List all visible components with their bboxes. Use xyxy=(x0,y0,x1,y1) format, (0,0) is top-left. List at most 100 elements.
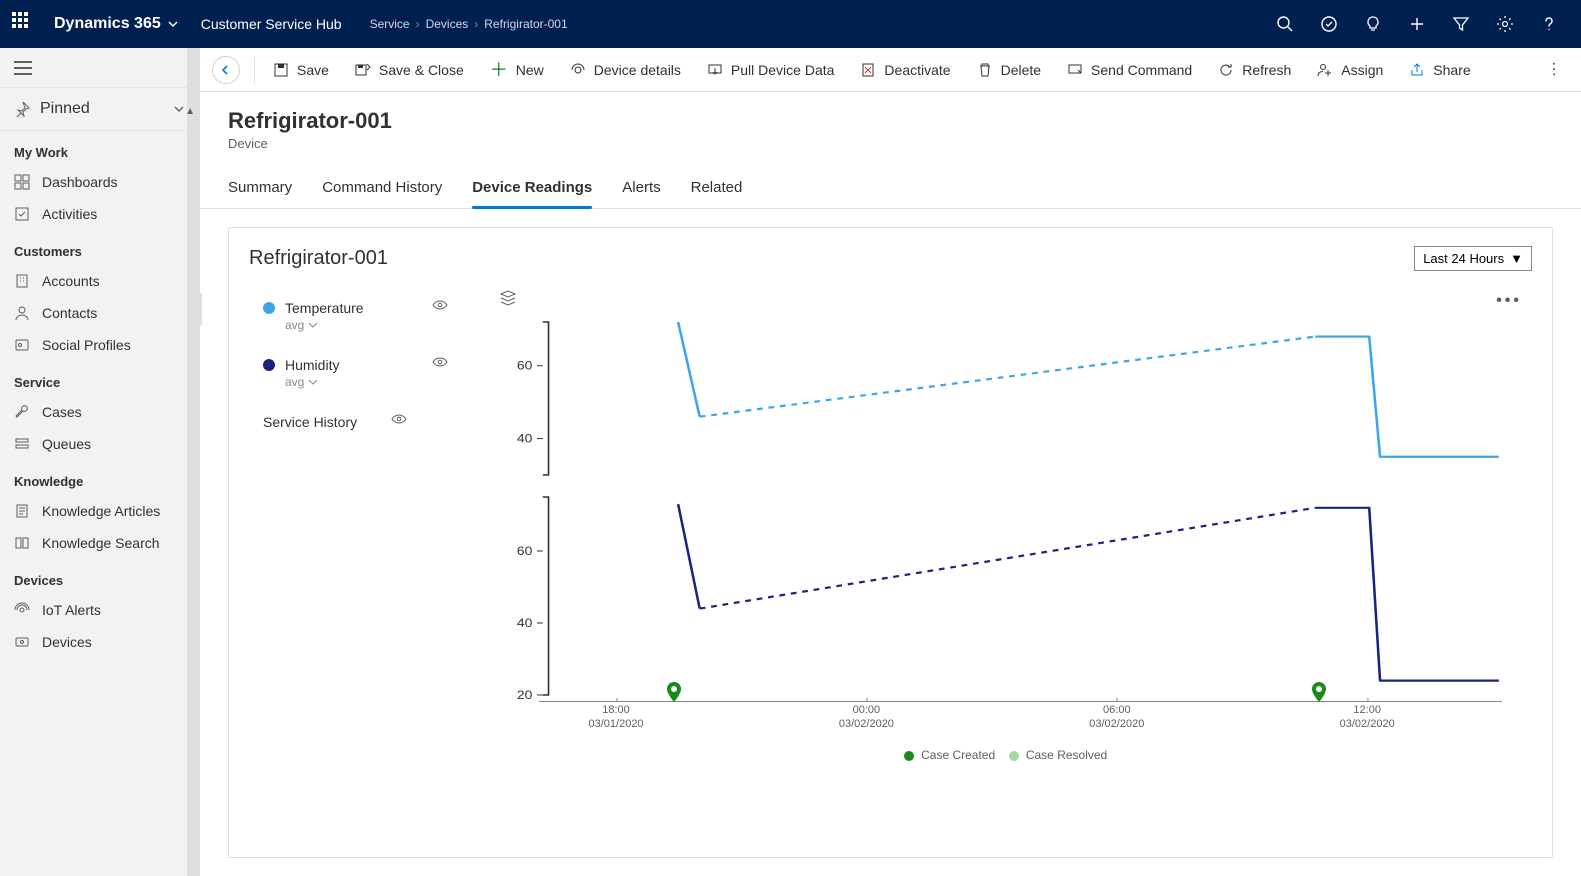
go-back-button[interactable] xyxy=(212,56,240,84)
breadcrumb: Service › Devices › Refrigirator-001 xyxy=(370,17,568,31)
pin-icon xyxy=(14,101,30,117)
sidebar-item-activities[interactable]: Activities xyxy=(0,198,199,230)
global-nav: Dynamics 365 Customer Service Hub Servic… xyxy=(0,0,1581,48)
sidebar-item-label: Accounts xyxy=(42,273,100,289)
event-marker[interactable] xyxy=(1311,682,1327,702)
legend-dot-icon xyxy=(263,302,275,314)
sidebar-item-accounts[interactable]: Accounts xyxy=(0,265,199,297)
app-name-label: Dynamics 365 xyxy=(54,15,161,33)
cmd-label: Refresh xyxy=(1242,62,1291,78)
sidebar-item-devices[interactable]: Devices xyxy=(0,626,199,658)
visibility-toggle-icon[interactable] xyxy=(432,297,448,318)
sidebar-item-knowledge-search[interactable]: Knowledge Search xyxy=(0,527,199,559)
command-overflow-button[interactable]: ⋯ xyxy=(1538,51,1570,89)
tab-alerts[interactable]: Alerts xyxy=(622,169,660,208)
refresh-button[interactable]: Refresh xyxy=(1206,56,1303,84)
aggregation-dropdown[interactable]: avg xyxy=(285,375,448,389)
tab-command-history[interactable]: Command History xyxy=(322,169,442,208)
sidebar-item-label: Cases xyxy=(42,404,82,420)
chart-area: ••• 40 60 xyxy=(449,277,1532,847)
cmd-label: Delete xyxy=(1001,62,1041,78)
visibility-toggle-icon[interactable] xyxy=(432,354,448,375)
new-button[interactable]: ＋ New xyxy=(478,55,556,85)
card-title: Refrigirator-001 xyxy=(249,247,388,270)
sidebar-item-dashboards[interactable]: Dashboards xyxy=(0,166,199,198)
breadcrumb-item[interactable]: Refrigirator-001 xyxy=(484,17,567,31)
building-icon xyxy=(14,273,30,289)
event-legend: Case Created Case Resolved xyxy=(479,746,1522,762)
sidebar-section-header: Customers xyxy=(0,230,199,265)
tab-related[interactable]: Related xyxy=(691,169,743,208)
activities-icon xyxy=(14,206,30,222)
add-icon[interactable] xyxy=(1397,4,1437,44)
sidebar-item-label: Contacts xyxy=(42,305,97,321)
time-range-dropdown[interactable]: Last 24 Hours ▼ xyxy=(1414,246,1532,271)
cmd-label: Assign xyxy=(1341,62,1383,78)
x-axis-tick: 00:0003/02/2020 xyxy=(839,704,894,732)
chevron-down-icon xyxy=(173,103,185,115)
record-header: Refrigirator-001 Device xyxy=(200,92,1581,157)
task-icon[interactable] xyxy=(1309,4,1349,44)
plus-icon: ＋ xyxy=(490,61,508,79)
legend-item-service-history: Service History xyxy=(263,411,448,432)
save-button[interactable]: Save xyxy=(261,56,341,84)
sidebar-section-header: Service xyxy=(0,361,199,396)
svg-text:40: 40 xyxy=(517,616,532,630)
help-icon[interactable] xyxy=(1529,4,1569,44)
gear-icon[interactable] xyxy=(1485,4,1525,44)
sidebar-item-queues[interactable]: Queues xyxy=(0,428,199,460)
breadcrumb-item[interactable]: Devices xyxy=(426,17,469,31)
send-command-icon xyxy=(1067,62,1083,78)
legend-label: Service History xyxy=(263,414,357,430)
sidebar-item-knowledge-articles[interactable]: Knowledge Articles xyxy=(0,495,199,527)
person-icon xyxy=(14,305,30,321)
tab-device-readings[interactable]: Device Readings xyxy=(472,169,592,208)
sidebar-collapse-button[interactable] xyxy=(0,48,199,88)
chevron-down-icon xyxy=(167,18,179,30)
cmd-label: New xyxy=(516,62,544,78)
app-launcher-icon[interactable] xyxy=(12,12,36,36)
sidebar-item-iot-alerts[interactable]: IoT Alerts xyxy=(0,594,199,626)
legend-label: Humidity xyxy=(285,357,339,373)
event-marker[interactable] xyxy=(666,682,682,702)
filter-icon[interactable] xyxy=(1441,4,1481,44)
tab-summary[interactable]: Summary xyxy=(228,169,292,208)
sidebar-pinned[interactable]: Pinned xyxy=(0,88,199,131)
sidebar-item-contacts[interactable]: Contacts xyxy=(0,297,199,329)
share-button[interactable]: Share xyxy=(1397,56,1482,84)
chart-more-button[interactable]: ••• xyxy=(1496,292,1522,310)
sidebar-item-social-profiles[interactable]: Social Profiles xyxy=(0,329,199,361)
sidebar-section-header: My Work xyxy=(0,131,199,166)
aggregation-dropdown[interactable]: avg xyxy=(285,318,448,332)
cmd-label: Pull Device Data xyxy=(731,62,835,78)
send-command-button[interactable]: Send Command xyxy=(1055,56,1204,84)
sidebar-item-cases[interactable]: Cases xyxy=(0,396,199,428)
cmd-label: Deactivate xyxy=(884,62,950,78)
sidebar-item-label: IoT Alerts xyxy=(42,602,101,618)
x-axis-tick: 06:0003/02/2020 xyxy=(1089,704,1144,732)
aggregation-label: avg xyxy=(285,375,304,389)
lightbulb-icon[interactable] xyxy=(1353,4,1393,44)
legend-item-temperature: Temperature avg xyxy=(263,297,448,332)
time-range-label: Last 24 Hours xyxy=(1423,251,1504,266)
device-icon xyxy=(14,634,30,650)
save-close-icon xyxy=(355,62,371,78)
visibility-toggle-icon[interactable] xyxy=(391,411,407,432)
refresh-icon xyxy=(1218,62,1234,78)
app-name[interactable]: Dynamics 365 xyxy=(54,15,179,33)
breadcrumb-item[interactable]: Service xyxy=(370,17,410,31)
save-close-button[interactable]: Save & Close xyxy=(343,56,476,84)
svg-text:60: 60 xyxy=(517,359,532,373)
svg-text:40: 40 xyxy=(517,431,532,445)
delete-icon xyxy=(977,62,993,78)
device-details-button[interactable]: Device details xyxy=(558,56,693,84)
search-icon[interactable] xyxy=(1265,4,1305,44)
pull-device-data-button[interactable]: Pull Device Data xyxy=(695,56,847,84)
assign-button[interactable]: Assign xyxy=(1305,56,1395,84)
legend-item-humidity: Humidity avg xyxy=(263,354,448,389)
save-icon xyxy=(273,62,289,78)
sidebar-resize-handle[interactable] xyxy=(196,292,202,326)
delete-button[interactable]: Delete xyxy=(965,56,1053,84)
layers-icon[interactable] xyxy=(499,289,517,312)
deactivate-button[interactable]: Deactivate xyxy=(848,56,962,84)
